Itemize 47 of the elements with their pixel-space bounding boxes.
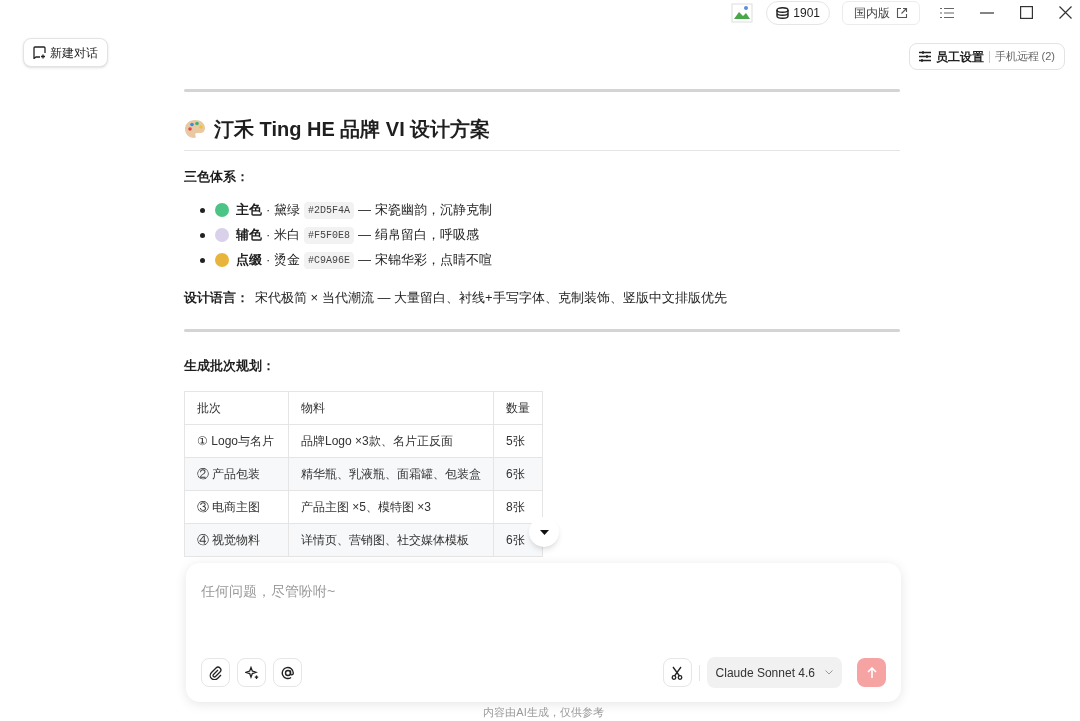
scroll-down-button[interactable]	[529, 517, 559, 547]
design-language-text: 设计语言： 宋代极简 × 当代潮流 — 大量留白、衬线+手写字体、克制装饰、竖版中文排版优先	[184, 288, 728, 307]
model-dropdown[interactable]: Claude Sonnet 4.6	[706, 657, 842, 688]
scissors-icon	[671, 665, 684, 680]
article-title: 汀禾 Ting HE 品牌 VI 设计方案	[214, 117, 491, 142]
caret-icon	[539, 529, 549, 535]
chevron-down-icon	[825, 670, 833, 675]
palette-icon	[184, 119, 206, 139]
mention-button[interactable]	[273, 658, 302, 687]
external-link-icon	[896, 6, 908, 19]
table-header: 数量	[493, 391, 543, 424]
section-heading: 生成批次规划：	[184, 357, 276, 375]
table-cell: 品牌Logo ×3款、名片正反面	[288, 424, 494, 457]
table-cell: 详情页、营销图、社交媒体模板	[288, 523, 494, 556]
menu-icon[interactable]	[940, 6, 954, 19]
attach-button[interactable]	[201, 658, 230, 687]
table-cell: ③ 电商主图	[184, 490, 289, 523]
coins-icon	[776, 6, 790, 19]
table-cell: 产品主图 ×5、模特图 ×3	[288, 490, 494, 523]
table-cell: ① Logo与名片	[184, 424, 289, 457]
broken-image-icon	[731, 2, 754, 23]
edition-button[interactable]: 国内版	[842, 0, 920, 25]
table-cell: 5张	[493, 424, 543, 457]
table-header: 物料	[288, 391, 494, 424]
table-cell: ④ 视觉物料	[184, 523, 289, 556]
color-description: 辅色 · 米白 #F5F0E8 — 绢帛留白，呼吸感	[236, 225, 479, 245]
table-cell: 6张	[493, 457, 543, 490]
message-input[interactable]: 任何问题，尽管吩咐~	[201, 579, 881, 603]
cut-button[interactable]	[662, 658, 692, 687]
color-description: 主色 · 黛绿 #2D5F4A — 宋瓷幽韵，沉静克制	[236, 200, 492, 220]
table-cell: 精华瓶、乳液瓶、面霜罐、包装盒	[288, 457, 494, 490]
table-cell: ② 产品包装	[184, 457, 289, 490]
at-sign-icon	[280, 665, 295, 680]
paperclip-icon	[209, 665, 222, 680]
chat-plus-icon	[33, 46, 46, 59]
color-description: 点缀 · 烫金 #C9A96E — 宋锦华彩，点睛不喧	[236, 250, 492, 270]
sparkle-button[interactable]	[237, 658, 266, 687]
section-heading: 三色体系：	[184, 168, 250, 186]
close-icon[interactable]	[1059, 6, 1072, 19]
sliders-icon	[918, 51, 931, 62]
new-chat-button[interactable]: 新建对话	[23, 38, 108, 67]
table-header: 批次	[184, 391, 289, 424]
disclaimer-text: 内容由AI生成，仅供参考	[482, 706, 605, 719]
arrow-up-icon	[866, 667, 877, 678]
sparkle-icon	[244, 665, 259, 680]
staff-settings-button[interactable]: 员工设置 手机远程 (2)	[908, 43, 1065, 70]
maximize-icon[interactable]	[1020, 6, 1033, 19]
